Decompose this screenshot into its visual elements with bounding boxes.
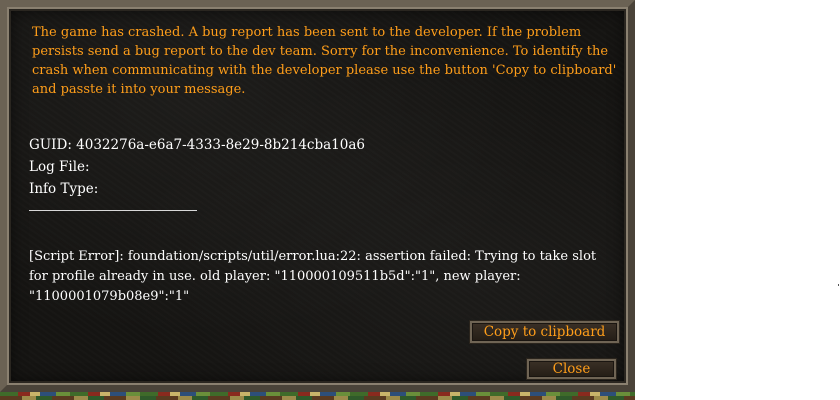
copy-to-clipboard-button[interactable]: Copy to clipboard bbox=[470, 321, 619, 343]
info-type-line: Info Type: bbox=[29, 181, 99, 197]
log-file-line: Log File: bbox=[29, 159, 90, 175]
crash-message: The game has crashed. A bug report has b… bbox=[32, 25, 617, 97]
edge-artifact bbox=[838, 284, 839, 286]
close-button[interactable]: Close bbox=[527, 359, 616, 379]
game-scene-strip-lower bbox=[0, 396, 635, 400]
error-details: [Script Error]: foundation/scripts/util/… bbox=[29, 249, 597, 304]
guid-line: GUID: 4032276a-e6a7-4333-8e29-8b214cba10… bbox=[29, 137, 365, 153]
divider bbox=[29, 210, 197, 211]
